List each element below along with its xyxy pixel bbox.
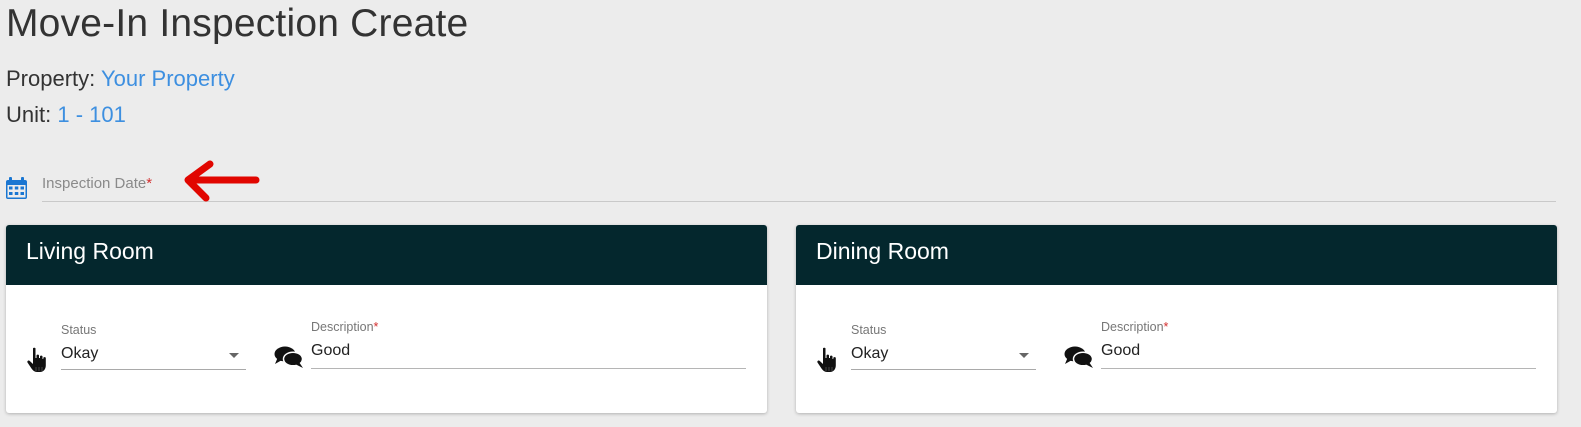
- chevron-down-icon: [229, 353, 239, 358]
- required-mark: *: [1163, 320, 1169, 334]
- property-link[interactable]: Your Property: [101, 66, 235, 91]
- chevron-down-icon: [1019, 353, 1029, 358]
- room-card-title: Dining Room: [796, 225, 1557, 285]
- red-arrow-left-icon: [184, 160, 260, 202]
- description-field[interactable]: Description* Good: [1101, 320, 1536, 369]
- room-card-dining-room: Dining Room Status Okay Description* Goo…: [796, 225, 1557, 413]
- page-title: Move-In Inspection Create: [6, 2, 469, 45]
- description-field[interactable]: Description* Good: [311, 320, 746, 369]
- hand-pointer-icon: [817, 347, 836, 372]
- description-value: Good: [1101, 342, 1141, 359]
- inspection-date-label: Inspection Date*: [42, 175, 153, 192]
- room-card-body: Status Okay Description* Good: [796, 285, 1557, 413]
- status-label: Status: [61, 323, 97, 337]
- unit-line: Unit: 1 - 101: [6, 102, 126, 128]
- comments-icon: [1064, 346, 1094, 368]
- status-value: Okay: [851, 345, 889, 362]
- required-mark: *: [373, 320, 379, 334]
- description-label: Description*: [1101, 320, 1169, 334]
- hand-pointer-icon: [27, 347, 46, 372]
- room-card-body: Status Okay Description* Good: [6, 285, 767, 413]
- unit-link[interactable]: 1 - 101: [57, 102, 126, 127]
- room-card-living-room: Living Room Status Okay Description* Goo…: [6, 225, 767, 413]
- room-card-title: Living Room: [6, 225, 767, 285]
- property-label: Property:: [6, 66, 96, 91]
- description-label: Description*: [311, 320, 379, 334]
- status-select[interactable]: Status Okay: [61, 323, 246, 370]
- status-select[interactable]: Status Okay: [851, 323, 1036, 370]
- status-value: Okay: [61, 345, 99, 362]
- property-line: Property: Your Property: [6, 66, 235, 92]
- inspection-date-row: Inspection Date*: [0, 160, 1570, 202]
- unit-label: Unit:: [6, 102, 52, 127]
- calendar-icon[interactable]: [6, 177, 27, 199]
- inspection-date-field[interactable]: Inspection Date*: [42, 160, 1556, 202]
- required-mark: *: [146, 175, 153, 192]
- status-label: Status: [851, 323, 887, 337]
- comments-icon: [274, 346, 304, 368]
- description-value: Good: [311, 342, 351, 359]
